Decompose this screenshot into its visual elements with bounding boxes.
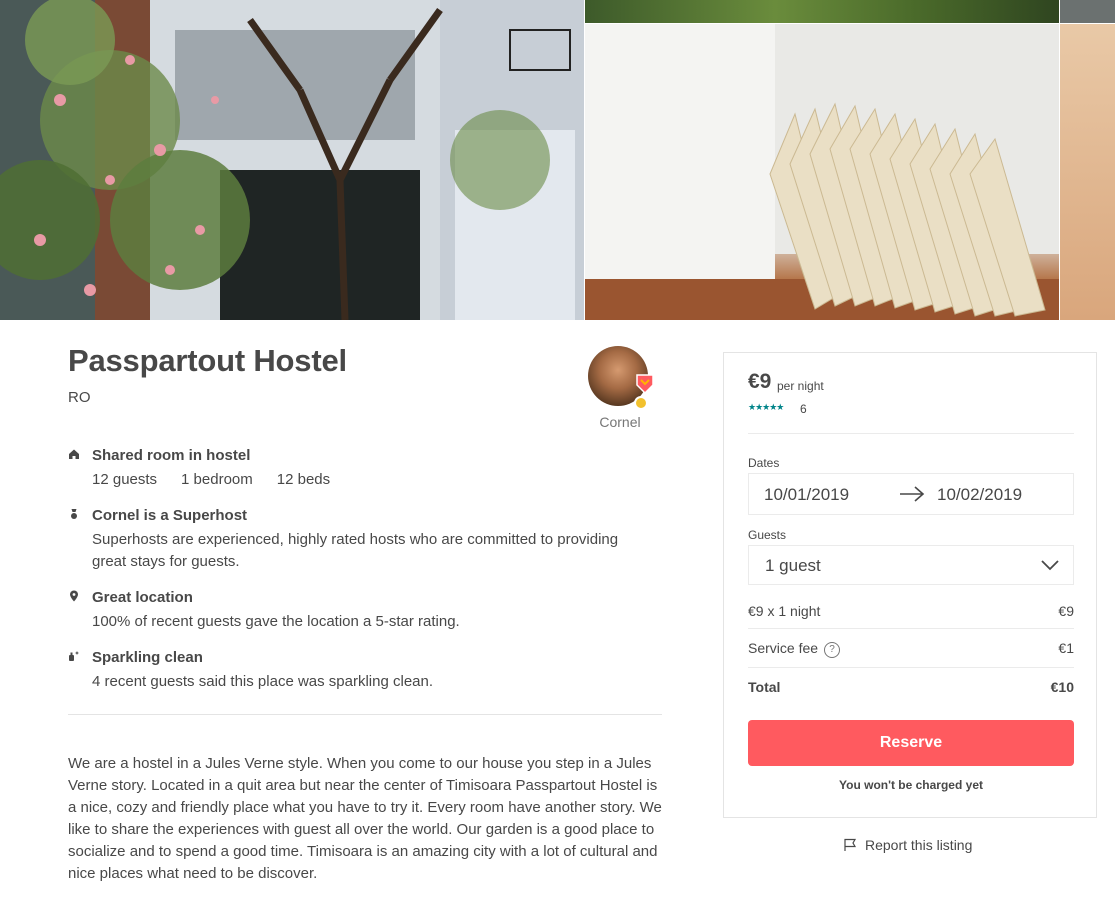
guests-value: 1 guest xyxy=(765,556,821,575)
report-listing-label: Report this listing xyxy=(865,837,973,853)
feature-description: 4 recent guests said this place was spar… xyxy=(92,673,434,690)
help-icon[interactable]: ? xyxy=(824,642,841,658)
superhost-medal-icon xyxy=(71,509,77,519)
feature-description: 100% of recent guests gave the location … xyxy=(92,613,460,630)
listing-description: We are a hostel in a Jules Verne style. … xyxy=(68,755,662,882)
service-fee-label: Service fee? xyxy=(748,640,841,658)
superhost-badge-icon xyxy=(636,374,654,394)
feature-room-type: Shared room in hostel 12 guests 1 bedroom… xyxy=(68,447,668,491)
spec-bedrooms: 1 bedroom xyxy=(181,471,253,488)
check-out-input[interactable]: 10/02/2019 xyxy=(937,485,1022,505)
home-icon xyxy=(69,449,79,459)
check-in-input[interactable]: 10/01/2019 xyxy=(764,485,849,505)
per-night-label: per night xyxy=(777,379,824,393)
price-line-nights: €9 x 1 night €9 xyxy=(748,603,1074,623)
nights-calc-value: €9 xyxy=(1058,603,1074,619)
arrow-right-icon xyxy=(900,486,925,502)
listing-title: Passpartout Hostel xyxy=(68,343,347,378)
guests-select[interactable]: 1 guest xyxy=(748,545,1074,585)
spec-beds: 12 beds xyxy=(276,471,331,488)
price-line-service-fee: Service fee? €1 xyxy=(748,640,1074,660)
photo-thumbnail-edge-right[interactable] xyxy=(1060,24,1115,320)
chevron-down-icon xyxy=(1041,560,1059,571)
total-label: Total xyxy=(748,679,781,695)
flag-icon xyxy=(844,838,857,851)
feature-location: Great location 100% of recent guests gav… xyxy=(68,589,668,633)
superhost-indicator-dot xyxy=(634,396,648,410)
nightly-price: €9 xyxy=(748,370,772,393)
star-rating[interactable]: ★★★★★ xyxy=(748,402,784,413)
feature-title: Shared room in hostel xyxy=(92,447,251,464)
feature-clean: Sparkling clean 4 recent guests said thi… xyxy=(68,649,668,693)
dates-picker: 10/01/2019 10/02/2019 xyxy=(748,473,1074,515)
review-count[interactable]: 6 xyxy=(800,402,807,416)
feature-title: Sparkling clean xyxy=(92,649,203,666)
reserve-button[interactable]: Reserve xyxy=(748,720,1074,766)
host-name[interactable]: Cornel xyxy=(590,414,650,430)
service-fee-text: Service fee xyxy=(748,640,819,656)
card-divider xyxy=(748,628,1074,629)
price-line-total: Total €10 xyxy=(748,679,1074,699)
no-charge-note: You won't be charged yet xyxy=(839,778,983,792)
photo-hostel-exterior[interactable] xyxy=(0,0,584,320)
guests-label: Guests xyxy=(748,528,787,542)
booking-card: €9 per night ★★★★★ 6 Dates 10/01/2019 10… xyxy=(723,352,1097,818)
feature-title: Great location xyxy=(92,589,193,606)
card-divider xyxy=(748,433,1074,434)
photo-thumbnail-edge[interactable] xyxy=(1060,0,1115,23)
total-value: €10 xyxy=(1050,679,1074,695)
section-divider xyxy=(68,714,662,715)
feature-description: Superhosts are experienced, highly rated… xyxy=(92,531,619,570)
feature-superhost: Cornel is a Superhost Superhosts are exp… xyxy=(68,507,668,573)
nights-calc-label: €9 x 1 night xyxy=(748,603,821,619)
sparkle-clean-icon xyxy=(69,651,79,661)
room-specs: 12 guests 1 bedroom 12 beds xyxy=(92,469,632,491)
report-listing-link[interactable]: Report this listing xyxy=(843,837,972,853)
location-pin-icon xyxy=(70,590,78,602)
dates-label: Dates xyxy=(748,456,780,470)
photo-garden-plants[interactable] xyxy=(585,0,1059,23)
books-image xyxy=(585,24,1059,320)
photo-books-on-floor[interactable] xyxy=(585,24,1059,320)
feature-title: Cornel is a Superhost xyxy=(92,507,248,524)
host-avatar[interactable] xyxy=(588,346,654,410)
spec-guests: 12 guests xyxy=(92,471,158,488)
listing-photo-gallery[interactable] xyxy=(0,0,1115,320)
hostel-exterior-image xyxy=(0,0,584,320)
host-profile[interactable] xyxy=(588,346,654,410)
service-fee-value: €1 xyxy=(1058,640,1074,656)
card-divider xyxy=(748,667,1074,668)
listing-country: RO xyxy=(68,389,91,406)
